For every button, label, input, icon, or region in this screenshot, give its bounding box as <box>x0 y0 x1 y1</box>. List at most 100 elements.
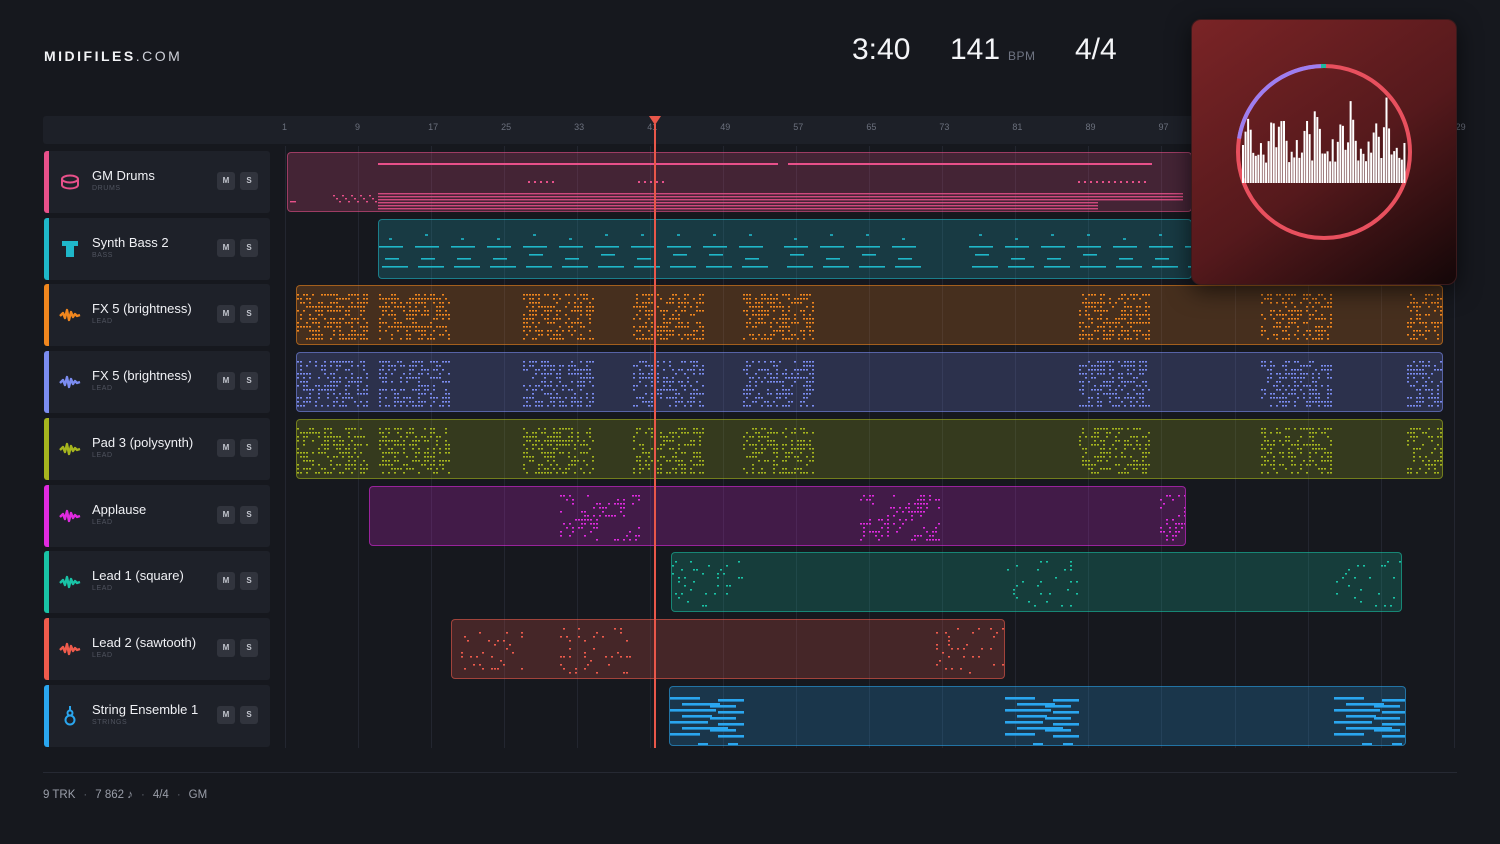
midi-clip[interactable] <box>287 152 1192 212</box>
ruler-tick: 33 <box>574 122 585 132</box>
track-header[interactable]: GM Drums DRUMS M S <box>44 151 270 213</box>
time-signature-display: 4/4 <box>1075 33 1117 66</box>
track-header[interactable]: Pad 3 (polysynth) LEAD M S <box>44 418 270 480</box>
midi-clip[interactable] <box>296 352 1443 412</box>
track-header[interactable]: Applause LEAD M S <box>44 485 270 547</box>
track-category: LEAD <box>92 585 113 592</box>
track-header[interactable]: Lead 2 (sawtooth) LEAD M S <box>44 618 270 680</box>
solo-button[interactable]: S <box>240 239 258 257</box>
track-name: FX 5 (brightness) <box>92 368 192 383</box>
ruler-tick: 73 <box>939 122 950 132</box>
solo-button[interactable]: S <box>240 172 258 190</box>
track-count: 9 TRK <box>43 789 76 801</box>
track-category: LEAD <box>92 318 113 325</box>
duration-display: 3:40 <box>852 33 911 66</box>
ruler-tick: 49 <box>720 122 731 132</box>
track-color-bar <box>44 551 49 613</box>
ruler-tick: 9 <box>355 122 361 132</box>
track-name: Lead 1 (square) <box>92 568 184 583</box>
mute-button[interactable]: M <box>217 372 235 390</box>
track-name: Synth Bass 2 <box>92 235 169 250</box>
wave-icon <box>59 304 81 326</box>
track-header[interactable]: Synth Bass 2 BASS M S <box>44 218 270 280</box>
track-header[interactable]: FX 5 (brightness) LEAD M S <box>44 351 270 413</box>
violin-icon <box>59 705 81 727</box>
wave-icon <box>59 571 81 593</box>
track-category: LEAD <box>92 519 113 526</box>
midi-clip[interactable] <box>671 552 1402 612</box>
track-name: Applause <box>92 502 147 517</box>
track-name: String Ensemble 1 <box>92 702 199 717</box>
wave-icon <box>59 638 81 660</box>
midi-clip[interactable] <box>669 686 1406 746</box>
mute-button[interactable]: M <box>217 305 235 323</box>
midi-clip[interactable] <box>296 419 1443 479</box>
midi-clip[interactable] <box>378 219 1192 279</box>
track-name: Pad 3 (polysynth) <box>92 435 194 450</box>
ruler-tick: 25 <box>501 122 512 132</box>
wave-icon <box>59 371 81 393</box>
brand-suffix: .COM <box>135 48 183 64</box>
playhead-line[interactable] <box>654 124 656 748</box>
midi-clip[interactable] <box>451 619 1005 679</box>
ruler-tick: 57 <box>793 122 804 132</box>
grid-line <box>285 146 286 748</box>
mute-button[interactable]: M <box>217 572 235 590</box>
midi-clip[interactable] <box>369 486 1186 546</box>
track-color-bar <box>44 685 49 747</box>
solo-button[interactable]: S <box>240 572 258 590</box>
mute-button[interactable]: M <box>217 706 235 724</box>
track-header[interactable]: FX 5 (brightness) LEAD M S <box>44 284 270 346</box>
ruler-tick: 81 <box>1012 122 1023 132</box>
track-name: GM Drums <box>92 168 155 183</box>
mute-button[interactable]: M <box>217 439 235 457</box>
mute-button[interactable]: M <box>217 639 235 657</box>
track-category: LEAD <box>92 452 113 459</box>
visualizer-ring <box>1236 64 1412 240</box>
track-color-bar <box>44 218 49 280</box>
solo-button[interactable]: S <box>240 506 258 524</box>
solo-button[interactable]: S <box>240 639 258 657</box>
mute-button[interactable]: M <box>217 506 235 524</box>
track-category: LEAD <box>92 385 113 392</box>
drum-icon <box>59 171 81 193</box>
track-header[interactable]: Lead 1 (square) LEAD M S <box>44 551 270 613</box>
playhead-marker[interactable] <box>649 116 661 125</box>
track-color-bar <box>44 618 49 680</box>
solo-button[interactable]: S <box>240 706 258 724</box>
midi-clip[interactable] <box>296 285 1443 345</box>
track-name: Lead 2 (sawtooth) <box>92 635 197 650</box>
solo-button[interactable]: S <box>240 439 258 457</box>
note-count: 7 862 ♪ <box>95 789 133 801</box>
track-color-bar <box>44 351 49 413</box>
wave-icon <box>59 505 81 527</box>
ruler-tick: 97 <box>1158 122 1169 132</box>
midi-standard: GM <box>188 789 208 801</box>
ruler-tick: 65 <box>866 122 877 132</box>
tempo-unit: BPM <box>1008 49 1036 63</box>
track-category: DRUMS <box>92 185 121 192</box>
audio-visualizer <box>1191 19 1457 285</box>
ruler-tick: 17 <box>428 122 439 132</box>
solo-button[interactable]: S <box>240 372 258 390</box>
wave-icon <box>59 438 81 460</box>
track-color-bar <box>44 284 49 346</box>
solo-button[interactable]: S <box>240 305 258 323</box>
tempo-display: 141 <box>950 33 1001 66</box>
track-header[interactable]: String Ensemble 1 STRINGS M S <box>44 685 270 747</box>
footer-time-signature: 4/4 <box>152 789 169 801</box>
footer-stats: 9 TRK · 7 862 ♪ · 4/4 · GM <box>43 789 208 801</box>
track-color-bar <box>44 485 49 547</box>
track-name: FX 5 (brightness) <box>92 301 192 316</box>
bass-icon <box>59 238 81 260</box>
mute-button[interactable]: M <box>217 239 235 257</box>
mute-button[interactable]: M <box>217 172 235 190</box>
ruler-tick: 89 <box>1085 122 1096 132</box>
track-category: LEAD <box>92 652 113 659</box>
track-category: STRINGS <box>92 719 128 726</box>
brand-logo[interactable]: MIDIFILES.COM <box>44 48 182 64</box>
track-color-bar <box>44 418 49 480</box>
track-color-bar <box>44 151 49 213</box>
footer-divider <box>43 772 1457 773</box>
ruler-tick: 1 <box>282 122 288 132</box>
